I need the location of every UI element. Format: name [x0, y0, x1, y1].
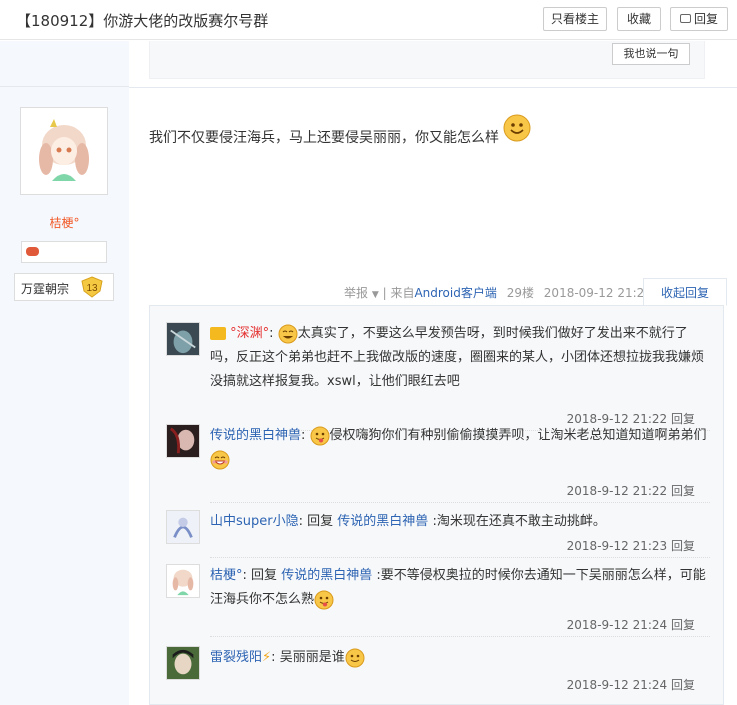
reply-button[interactable]: 回复: [671, 678, 695, 692]
smile-emoji-icon: [345, 648, 365, 667]
reply-icon: [679, 14, 691, 23]
reply-item: 山中super小隐: 回复 传说的黑白神兽 :淘米现在还真不敢主动挑衅。 201…: [166, 510, 711, 560]
reply-avatar[interactable]: [166, 510, 200, 544]
reply-nick[interactable]: 桔梗°: [210, 568, 243, 583]
reply-avatar[interactable]: [166, 646, 200, 680]
game-controller-icon: [26, 247, 39, 256]
crown-badge-icon: [210, 327, 226, 340]
reply-colon: :: [242, 568, 247, 583]
post-datetime: 2018-09-12 21:20: [543, 286, 652, 300]
reply-nick[interactable]: 山中super小隐: [210, 514, 299, 529]
reply-meta: 2018-9-12 21:22 回复: [567, 482, 695, 499]
reply-body: 雷裂残阳⚡: 吴丽丽是谁: [210, 646, 710, 670]
floor-number: 29楼: [506, 286, 534, 300]
author-level[interactable]: 万霆朝宗 13: [14, 273, 114, 301]
reply-avatar[interactable]: [166, 322, 200, 356]
say-something-button[interactable]: 我也说一句: [612, 43, 690, 65]
reply-separator: [210, 502, 710, 503]
reply-time: 2018-9-12 21:23: [566, 539, 668, 553]
reply-nick[interactable]: 传说的黑白神兽: [210, 428, 301, 443]
author-badge-row: [21, 241, 107, 263]
reply-colon: :: [271, 650, 276, 665]
reply-body: 桔梗°: 回复 传说的黑白神兽 :要不等侵权奥拉的时候你去通知一下吴丽丽怎么样，…: [210, 564, 710, 612]
author-avatar[interactable]: [20, 107, 108, 195]
reply-time: 2018-9-12 21:24: [566, 618, 668, 632]
post-divider: [129, 87, 737, 88]
reply-time: 2018-9-12 21:24: [566, 678, 668, 692]
reply-body: 山中super小隐: 回复 传说的黑白神兽 :淘米现在还真不敢主动挑衅。: [210, 510, 710, 534]
lightning-icon: ⚡: [262, 650, 272, 665]
level-number: 13: [86, 283, 98, 294]
reply-word: 回复: [251, 568, 278, 583]
favorite-button[interactable]: 收藏: [617, 7, 661, 31]
chevron-down-icon: ▼: [371, 290, 379, 300]
reply-text: 侵权嗨狗你们有种别偷偷摸摸弄呗，让淘米老总知道知道啊弟弟们: [329, 428, 707, 443]
reply-thread-label: 回复: [693, 12, 718, 26]
post-meta: 举报 ▼ | 来自Android客户端 29楼 2018-09-12 21:20: [344, 284, 652, 301]
reply-nick[interactable]: 雷裂残阳: [210, 650, 262, 665]
reply-item: 雷裂残阳⚡: 吴丽丽是谁 2018-9-12 21:24 回复: [166, 646, 711, 702]
reply-meta: 2018-9-12 21:24 回复: [567, 616, 695, 633]
level-shield-icon: 13: [81, 276, 103, 298]
reply-text: 吴丽丽是谁: [279, 650, 345, 665]
reply-nick[interactable]: °深渊°: [230, 326, 269, 341]
reply-text: :淘米现在还真不敢主动挑衅。: [432, 514, 606, 529]
reply-colon: :: [269, 326, 274, 341]
grin-emoji-icon: [210, 450, 230, 469]
reply-thread-button[interactable]: 回复: [670, 7, 728, 31]
reply-item: 桔梗°: 回复 传说的黑白神兽 :要不等侵权奥拉的时候你去通知一下吴丽丽怎么样，…: [166, 564, 711, 644]
from-prefix: | 来自: [382, 286, 415, 300]
reply-button[interactable]: 回复: [671, 539, 695, 553]
tongue-emoji-icon: [310, 426, 330, 445]
author-name[interactable]: 桔梗°: [0, 214, 129, 231]
reply-button[interactable]: 回复: [671, 484, 695, 498]
reply-avatar[interactable]: [166, 424, 200, 458]
reply-colon: :: [301, 428, 306, 443]
reply-body: °深渊°: 太真实了，不要这么早发预告呀，到时候我们做好了发出来不就行了吗，反正…: [210, 322, 710, 394]
level-name: 万霆朝宗: [21, 282, 70, 296]
reply-item: °深渊°: 太真实了，不要这么早发预告呀，到时候我们做好了发出来不就行了吗，反正…: [166, 322, 711, 431]
only-op-button[interactable]: 只看楼主: [543, 7, 607, 31]
reply-body: 传说的黑白神兽: 侵权嗨狗你们有种别偷偷摸摸弄呗，让淘米老总知道知道啊弟弟们: [210, 424, 710, 472]
reply-target[interactable]: 传说的黑白神兽: [337, 514, 428, 529]
reply-target[interactable]: 传说的黑白神兽: [281, 568, 372, 583]
report-link[interactable]: 举报: [344, 286, 368, 300]
reply-list: °深渊°: 太真实了，不要这么早发预告呀，到时候我们做好了发出来不就行了吗，反正…: [149, 305, 724, 705]
reply-button[interactable]: 回复: [671, 618, 695, 632]
author-avatar-image: [24, 111, 104, 191]
reply-time: 2018-9-12 21:22: [566, 484, 668, 498]
post-text: 我们不仅要侵汪海兵，马上还要侵吴丽丽，你又能怎么样: [149, 130, 499, 146]
collapse-replies-button[interactable]: 收起回复: [643, 278, 727, 306]
prev-author-cell: [0, 41, 129, 87]
reply-colon: :: [298, 514, 303, 529]
prev-comment-box: 我也说一句: [149, 41, 705, 79]
tongue-emoji-icon: [314, 590, 334, 609]
reply-meta: 2018-9-12 21:24 回复: [567, 676, 695, 693]
reply-meta: 2018-9-12 21:23 回复: [567, 537, 695, 554]
reply-word: 回复: [307, 514, 334, 529]
client-link[interactable]: Android客户端: [414, 286, 496, 300]
post-content: 我们不仅要侵汪海兵，马上还要侵吴丽丽，你又能怎么样: [149, 114, 531, 152]
reply-item: 传说的黑白神兽: 侵权嗨狗你们有种别偷偷摸摸弄呗，让淘米老总知道知道啊弟弟们 2…: [166, 424, 711, 504]
reply-separator: [210, 636, 710, 637]
reply-separator: [210, 557, 710, 558]
thread-title: 【180912】你游大佬的改版赛尔号群: [16, 12, 269, 30]
laugh-emoji-icon: [278, 324, 298, 343]
reply-avatar[interactable]: [166, 564, 200, 598]
smile-emoji-icon: [503, 114, 531, 142]
thread-header: 【180912】你游大佬的改版赛尔号群 只看楼主 收藏 回复: [0, 0, 737, 40]
